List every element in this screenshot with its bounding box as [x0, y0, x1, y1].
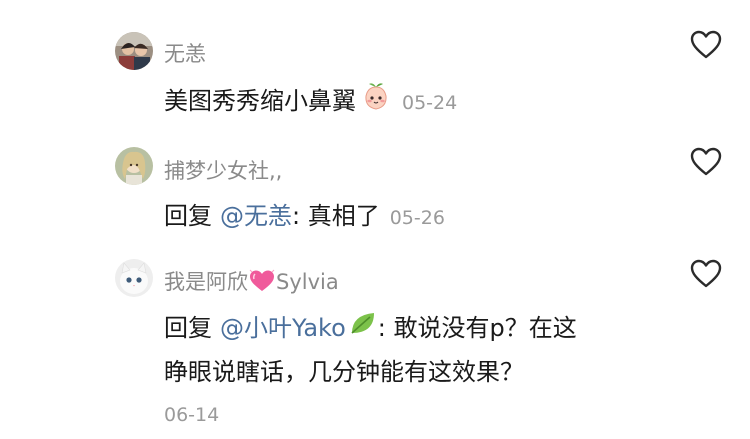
mention-link[interactable]: @小叶Yako: [220, 314, 346, 342]
username[interactable]: 我是阿欣 Sylvia: [164, 266, 339, 298]
comment-date: 06-14: [164, 404, 220, 426]
comment-content-line2: 睁眼说瞎话，几分钟能有这效果？: [164, 358, 524, 386]
comment-date: 05-24: [402, 92, 458, 114]
pink-heart-emoji-icon: [249, 269, 275, 298]
mention-link[interactable]: @无恙: [220, 202, 292, 230]
avatar[interactable]: [115, 147, 153, 185]
like-heart-icon[interactable]: [690, 30, 722, 60]
reply-prefix: 回复: [164, 202, 212, 230]
comment-content: 美图秀秀缩小鼻翼: [164, 87, 356, 115]
comment-text: 美图秀秀缩小鼻翼 05-24: [164, 80, 457, 124]
username-prefix: 我是阿欣: [164, 270, 248, 294]
avatar[interactable]: [115, 259, 153, 297]
peach-face-emoji-icon: [360, 80, 392, 124]
comment-content: : 真相了: [292, 202, 380, 230]
comment-text: 回复 @无恙: 真相了 05-26: [164, 196, 445, 238]
reply-prefix: 回复: [164, 314, 212, 342]
comment-date: 05-26: [389, 207, 445, 229]
comment-text: 回复 @小叶Yako : 敢说没有p？在这: [164, 308, 577, 349]
comment-text-line2: 睁眼说瞎话，几分钟能有这效果？: [164, 352, 524, 392]
username[interactable]: 捕梦少女社,,: [164, 155, 282, 185]
like-heart-icon[interactable]: [690, 259, 722, 289]
avatar[interactable]: [115, 32, 153, 70]
like-heart-icon[interactable]: [690, 147, 722, 177]
username-suffix: Sylvia: [276, 270, 339, 294]
leaf-emoji-icon: [348, 309, 378, 349]
username[interactable]: 无恙: [164, 38, 206, 68]
comment-content-line1: : 敢说没有p？在这: [377, 314, 577, 342]
